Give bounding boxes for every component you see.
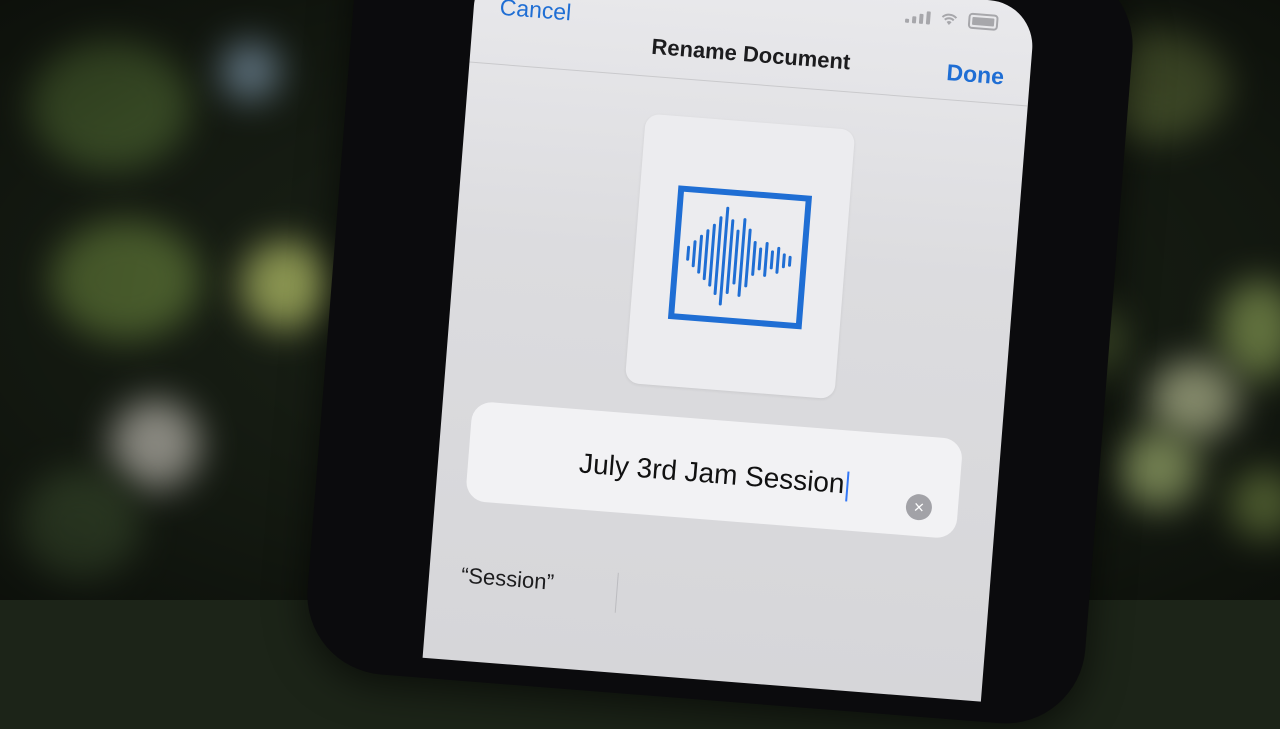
done-button[interactable]: Done [946, 59, 1005, 90]
text-cursor [845, 471, 850, 502]
document-thumbnail [624, 113, 856, 400]
suggestion-divider [614, 572, 619, 613]
document-name-text: July 3rd Jam Session [578, 447, 846, 500]
document-name-input[interactable]: July 3rd Jam Session [467, 439, 960, 510]
phone-device: Cancel Rename Document Done July 3rd Jam… [301, 0, 1139, 729]
keyboard-suggestion[interactable]: “Session” [460, 563, 555, 596]
waveform-icon [667, 185, 813, 330]
rename-document-screen: Cancel Rename Document Done July 3rd Jam… [422, 0, 1036, 702]
document-name-field[interactable]: July 3rd Jam Session × [465, 400, 964, 540]
